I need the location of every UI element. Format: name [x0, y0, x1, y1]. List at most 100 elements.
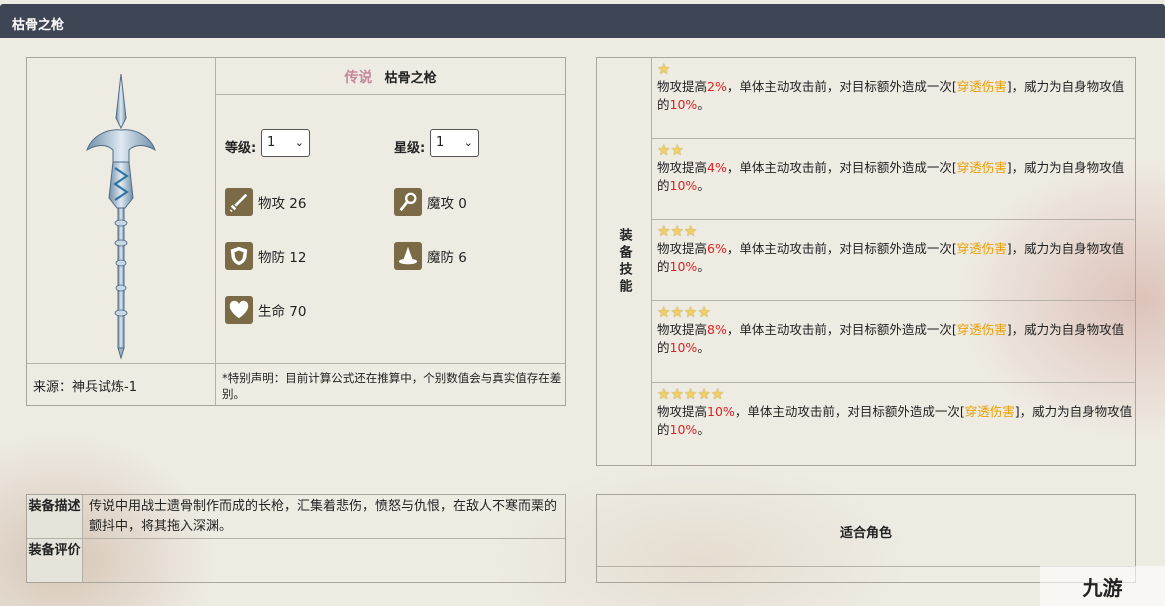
disclaimer-note: *特别声明：目前计算公式还在推算中，个别数值会与真实值存在差别。: [222, 371, 562, 401]
skill-row: ★ ★ 物攻提高4%，单体主动攻击前，对目标额外造成一次[穿透伤害]，威力为自身物攻…: [652, 139, 1135, 220]
spear-image: [86, 73, 156, 360]
skill-text-power: 10%: [669, 422, 698, 437]
skills-label: 装备技能: [597, 58, 652, 465]
skill-text-pct: 6%: [707, 241, 727, 256]
skill-text-power: 10%: [669, 178, 698, 193]
heart-icon: [225, 296, 253, 324]
review-label: 装备评价: [27, 539, 83, 582]
sword-icon: [225, 188, 253, 216]
skill-text-tag: 穿透伤害: [956, 241, 1007, 256]
skill-text-mid: ，单体主动攻击前，对目标额外造成一次[: [726, 160, 957, 175]
star-icon: ★: [670, 385, 684, 403]
desc-label: 装备描述: [27, 495, 83, 539]
skill-text-pct: 10%: [707, 404, 735, 419]
skill-text-power: 10%: [669, 259, 698, 274]
star-icon: ★: [657, 60, 671, 78]
star-value: 1: [436, 135, 445, 150]
watermark-text: 九游: [1082, 575, 1123, 600]
star-rating: ★ ★ ★ ★: [657, 304, 1135, 321]
star-rating: ★ ★ ★ ★ ★: [657, 386, 1135, 403]
shield-icon: [225, 242, 253, 270]
star-select[interactable]: 1 ⌄: [430, 129, 479, 157]
star-icon: ★: [657, 222, 671, 240]
skill-text-mid: ，单体主动攻击前，对目标额外造成一次[: [734, 404, 965, 419]
review-text: [83, 539, 565, 582]
skill-row: ★ ★ ★ ★ 物攻提高8%，单体主动攻击前，对目标额外造成一次[穿透伤害]，威力为自身…: [652, 301, 1135, 383]
stat-label: 生命 70: [258, 304, 307, 320]
skill-text-tag: 穿透伤害: [956, 160, 1007, 175]
skill-text-tag: 穿透伤害: [964, 404, 1015, 419]
star-icon: ★: [670, 222, 684, 240]
skill-text-end: 。: [697, 97, 710, 112]
stat-label: 物防 12: [258, 250, 307, 266]
skill-text-end: 。: [697, 340, 710, 355]
level-label: 等级:: [225, 141, 257, 156]
star-icon: ★: [670, 303, 684, 321]
chevron-down-icon: ⌄: [294, 136, 304, 149]
stat-label: 物攻 26: [258, 196, 307, 212]
skill-text-end: 。: [697, 178, 710, 193]
skill-text-tag: 穿透伤害: [956, 79, 1007, 94]
skill-text: 物攻提高6%，单体主动攻击前，对目标额外造成一次[穿透伤害]，威力为自身物攻值的…: [657, 240, 1135, 276]
level-select[interactable]: 1 ⌄: [261, 129, 310, 157]
skill-text-pre: 物攻提高: [657, 241, 708, 256]
stat-label: 魔防 6: [427, 250, 467, 266]
skill-row: ★ ★ ★ 物攻提高6%，单体主动攻击前，对目标额外造成一次[穿透伤害]，威力为自身物…: [652, 220, 1135, 301]
star-icon: ★: [670, 141, 684, 159]
star-icon: ★: [683, 303, 698, 321]
star-icon: ★: [657, 141, 671, 159]
stats-panel: 等级: 1 ⌄ 星级: 1 ⌄ 物攻 26 魔攻 0 物防 12 魔防 6 生命…: [216, 95, 565, 364]
roles-title: 适合角色: [597, 495, 1135, 567]
skill-text-pct: 8%: [707, 322, 727, 337]
skills-table: 装备技能 ★ 物攻提高2%，单体主动攻击前，对目标额外造成一次[穿透伤害]，威力为…: [596, 57, 1136, 466]
star-icon: ★: [683, 385, 698, 403]
page-title: 枯骨之枪: [0, 4, 1165, 38]
skill-text-tag: 穿透伤害: [956, 322, 1007, 337]
skill-text-pre: 物攻提高: [657, 79, 708, 94]
stat-label: 魔攻 0: [427, 196, 467, 212]
item-source: 来源：神兵试炼-1: [27, 364, 216, 405]
skill-text: 物攻提高8%，单体主动攻击前，对目标额外造成一次[穿透伤害]，威力为自身物攻值的…: [657, 321, 1135, 357]
skill-text-pct: 4%: [707, 160, 727, 175]
skill-text-pct: 2%: [707, 79, 727, 94]
skill-text-power: 10%: [669, 340, 698, 355]
star-icon: ★: [657, 303, 671, 321]
skill-text-pre: 物攻提高: [657, 160, 708, 175]
skill-row: ★ ★ ★ ★ ★ 物攻提高10%，单体主动攻击前，对目标额外造成一次[穿透伤害]，威力为…: [652, 383, 1135, 465]
star-rating: ★ ★ ★: [657, 223, 1135, 240]
skill-text: 物攻提高10%，单体主动攻击前，对目标额外造成一次[穿透伤害]，威力为自身物攻值…: [657, 403, 1135, 439]
watermark-logo: 九游: [1040, 566, 1165, 606]
star-icon: ★: [683, 222, 698, 240]
stat-magic-attack: 魔攻 0: [394, 187, 467, 217]
skill-text-pre: 物攻提高: [657, 322, 708, 337]
skill-text-power: 10%: [669, 97, 698, 112]
item-card: 来源：神兵试炼-1 传说 枯骨之枪 等级: 1 ⌄ 星级: 1 ⌄ 物攻 26 …: [26, 57, 566, 406]
wizard-hat-icon: [394, 242, 422, 270]
stat-magic-defense: 魔防 6: [394, 241, 467, 271]
star-rating: ★: [657, 61, 1135, 78]
skill-text-mid: ，单体主动攻击前，对目标额外造成一次[: [726, 79, 957, 94]
skill-text: 物攻提高2%，单体主动攻击前，对目标额外造成一次[穿透伤害]，威力为自身物攻值的…: [657, 78, 1135, 114]
stat-physical-defense: 物防 12: [225, 241, 306, 271]
skills-label-text: 装备技能: [616, 227, 632, 296]
stat-hp: 生命 70: [225, 295, 306, 325]
skill-row: ★ 物攻提高2%，单体主动攻击前，对目标额外造成一次[穿透伤害]，威力为自身物攻值…: [652, 58, 1135, 139]
skill-text-end: 。: [697, 422, 710, 437]
skill-text: 物攻提高4%，单体主动攻击前，对目标额外造成一次[穿透伤害]，威力为自身物攻值的…: [657, 159, 1135, 195]
staff-icon: [394, 188, 422, 216]
chevron-down-icon: ⌄: [463, 136, 473, 149]
description-table: 装备描述 传说中用战士遗骨制作而成的长枪，汇集着悲伤，愤怒与仇恨，在敌人不寒而栗…: [26, 494, 566, 583]
star-icon: ★: [710, 385, 725, 403]
rarity-label: 传说: [344, 70, 373, 86]
star-icon: ★: [697, 303, 711, 321]
star-label: 星级:: [394, 141, 426, 156]
desc-text: 传说中用战士遗骨制作而成的长枪，汇集着悲伤，愤怒与仇恨，在敌人不寒而栗的颤抖中，…: [83, 495, 565, 539]
stat-physical-attack: 物攻 26: [225, 187, 306, 217]
skill-text-pre: 物攻提高: [657, 404, 708, 419]
item-name-row: 传说 枯骨之枪: [216, 58, 565, 95]
item-name: 枯骨之枪: [384, 71, 437, 86]
skill-text-mid: ，单体主动攻击前，对目标额外造成一次[: [726, 322, 957, 337]
skill-text-mid: ，单体主动攻击前，对目标额外造成一次[: [726, 241, 957, 256]
skill-text-end: 。: [697, 259, 710, 274]
item-image: [27, 58, 216, 364]
